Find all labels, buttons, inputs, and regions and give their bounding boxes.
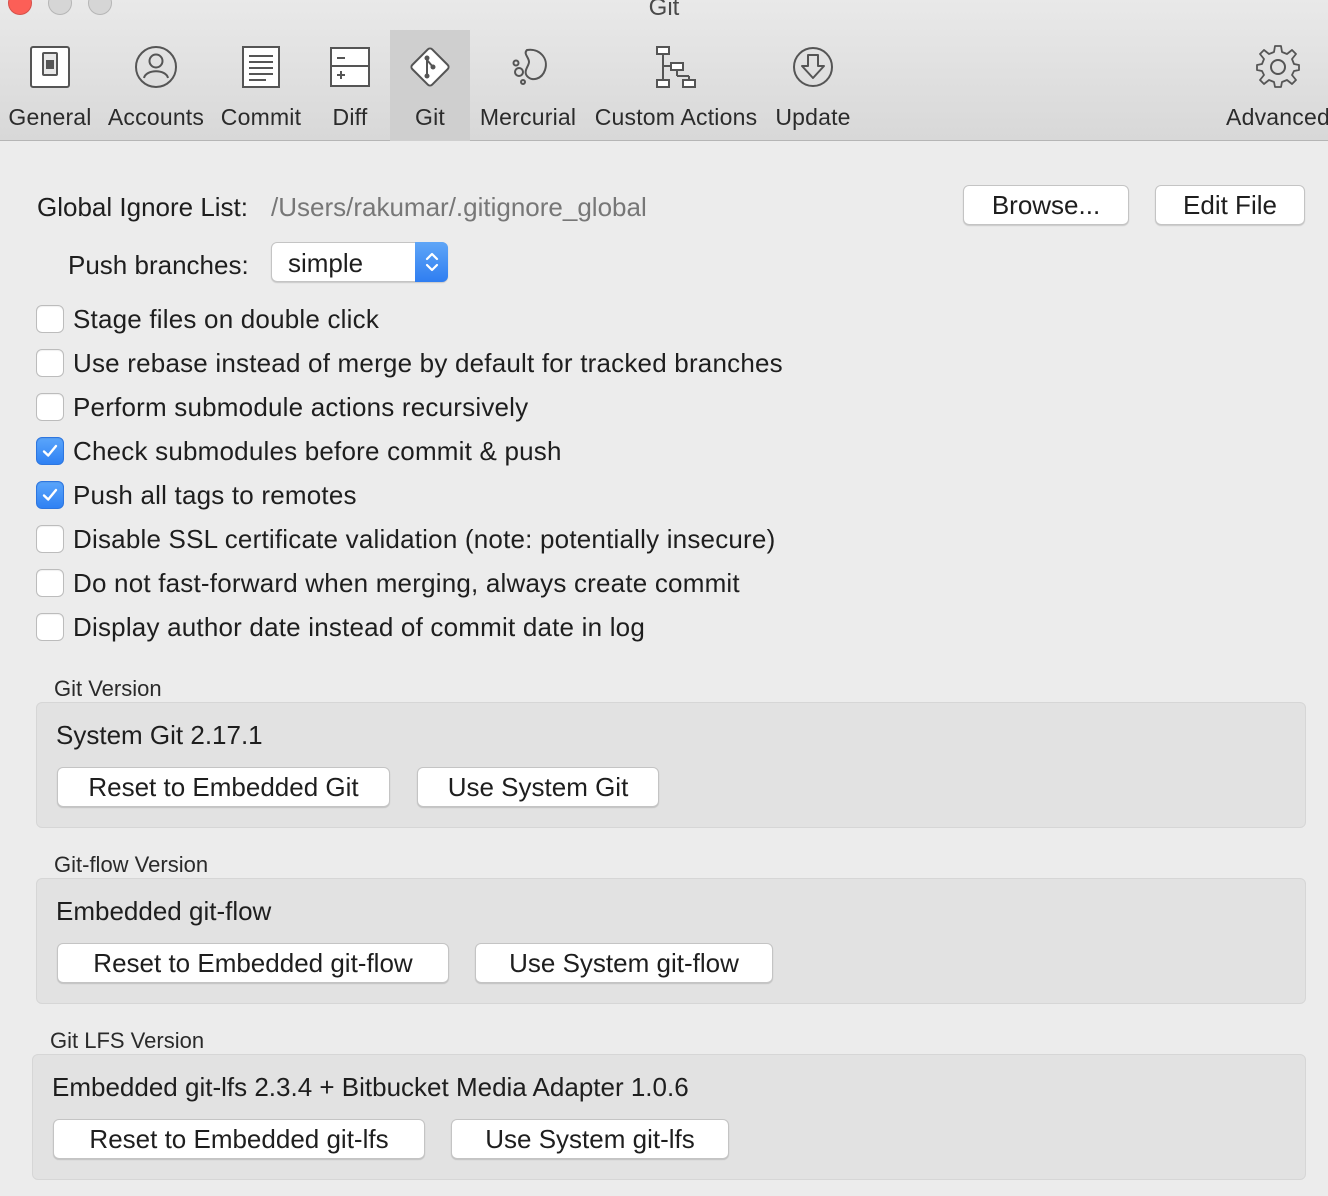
- diff-icon: [327, 44, 373, 90]
- option-row[interactable]: Use rebase instead of merge by default f…: [36, 348, 783, 378]
- download-arrow-icon: [790, 44, 836, 90]
- tab-accounts[interactable]: Accounts: [104, 30, 208, 141]
- person-icon: [133, 44, 179, 90]
- tab-update[interactable]: Update: [770, 30, 856, 141]
- option-label: Check submodules before commit & push: [73, 435, 562, 466]
- global-ignore-label: Global Ignore List:: [37, 192, 249, 222]
- option-row[interactable]: Push all tags to remotes: [36, 480, 357, 510]
- lfs-version-value: Embedded git-lfs 2.3.4 + Bitbucket Media…: [52, 1072, 689, 1102]
- option-checkbox[interactable]: [36, 305, 64, 333]
- tab-general[interactable]: General: [0, 30, 100, 141]
- use-system-gitflow-button[interactable]: Use System git-flow: [475, 943, 773, 983]
- git-version-value: System Git 2.17.1: [56, 720, 263, 750]
- gear-icon: [1255, 44, 1301, 90]
- option-checkbox[interactable]: [36, 437, 64, 465]
- tab-label: Update: [775, 104, 851, 130]
- mercurial-icon: [505, 44, 551, 90]
- tab-label: General: [8, 104, 92, 130]
- option-label: Disable SSL certificate validation (note…: [73, 523, 776, 554]
- push-branches-value: simple: [288, 248, 364, 278]
- tab-label: Advanced: [1226, 104, 1328, 130]
- custom-actions-icon: [653, 44, 699, 90]
- preferences-toolbar: Git General Accounts Commit Diff Git Mer…: [0, 0, 1328, 141]
- git-version-title: Git Version: [54, 676, 162, 701]
- tab-commit[interactable]: Commit: [214, 30, 308, 141]
- option-row[interactable]: Disable SSL certificate validation (note…: [36, 524, 775, 554]
- option-row[interactable]: Do not fast-forward when merging, always…: [36, 568, 740, 598]
- switch-icon: [27, 44, 73, 90]
- gitflow-version-value: Embedded git-flow: [56, 896, 272, 926]
- option-label: Perform submodule actions recursively: [73, 391, 529, 422]
- option-checkbox[interactable]: [36, 569, 64, 597]
- push-branches-label: Push branches:: [68, 250, 249, 280]
- option-label: Use rebase instead of merge by default f…: [73, 347, 783, 378]
- tab-custom-actions[interactable]: Custom Actions: [588, 30, 764, 141]
- checkmark-icon: [42, 444, 58, 457]
- option-label: Push all tags to remotes: [73, 479, 357, 510]
- option-checkbox[interactable]: [36, 525, 64, 553]
- tab-label: Custom Actions: [594, 104, 758, 130]
- tab-label: Mercurial: [479, 104, 577, 130]
- git-diamond-icon: [407, 44, 453, 90]
- reset-embedded-gitflow-button[interactable]: Reset to Embedded git-flow: [57, 943, 449, 983]
- option-checkbox[interactable]: [36, 349, 64, 377]
- tab-label: Accounts: [107, 104, 205, 130]
- option-label: Stage files on double click: [73, 303, 380, 334]
- option-row[interactable]: Perform submodule actions recursively: [36, 392, 528, 422]
- use-system-lfs-button[interactable]: Use System git-lfs: [451, 1119, 729, 1159]
- option-row[interactable]: Stage files on double click: [36, 304, 379, 334]
- edit-file-button[interactable]: Edit File: [1155, 185, 1305, 225]
- chevron-up-down-icon: [415, 242, 448, 282]
- checkmark-icon: [42, 488, 58, 501]
- push-branches-select[interactable]: simple: [271, 242, 448, 282]
- lfs-version-title: Git LFS Version: [50, 1028, 205, 1053]
- document-lines-icon: [238, 44, 284, 90]
- option-checkbox[interactable]: [36, 481, 64, 509]
- tab-label: Diff: [332, 104, 368, 130]
- option-row[interactable]: Display author date instead of commit da…: [36, 612, 645, 642]
- tab-mercurial[interactable]: Mercurial: [474, 30, 582, 141]
- option-checkbox[interactable]: [36, 613, 64, 641]
- gitflow-version-title: Git-flow Version: [54, 852, 209, 877]
- tab-git[interactable]: Git: [390, 30, 470, 141]
- global-ignore-path: /Users/rakumar/.gitignore_global: [271, 192, 647, 222]
- tab-advanced[interactable]: Advanced: [1226, 30, 1328, 141]
- reset-embedded-git-button[interactable]: Reset to Embedded Git: [57, 767, 390, 807]
- option-checkbox[interactable]: [36, 393, 64, 421]
- option-row[interactable]: Check submodules before commit & push: [36, 436, 562, 466]
- tab-label: Git: [415, 104, 445, 130]
- option-label: Display author date instead of commit da…: [73, 611, 645, 642]
- use-system-git-button[interactable]: Use System Git: [417, 767, 659, 807]
- browse-button[interactable]: Browse...: [963, 185, 1129, 225]
- window-title: Git: [648, 0, 680, 21]
- tab-label: Commit: [220, 104, 302, 130]
- option-label: Do not fast-forward when merging, always…: [73, 567, 740, 598]
- reset-embedded-lfs-button[interactable]: Reset to Embedded git-lfs: [53, 1119, 425, 1159]
- tab-diff[interactable]: Diff: [310, 30, 390, 141]
